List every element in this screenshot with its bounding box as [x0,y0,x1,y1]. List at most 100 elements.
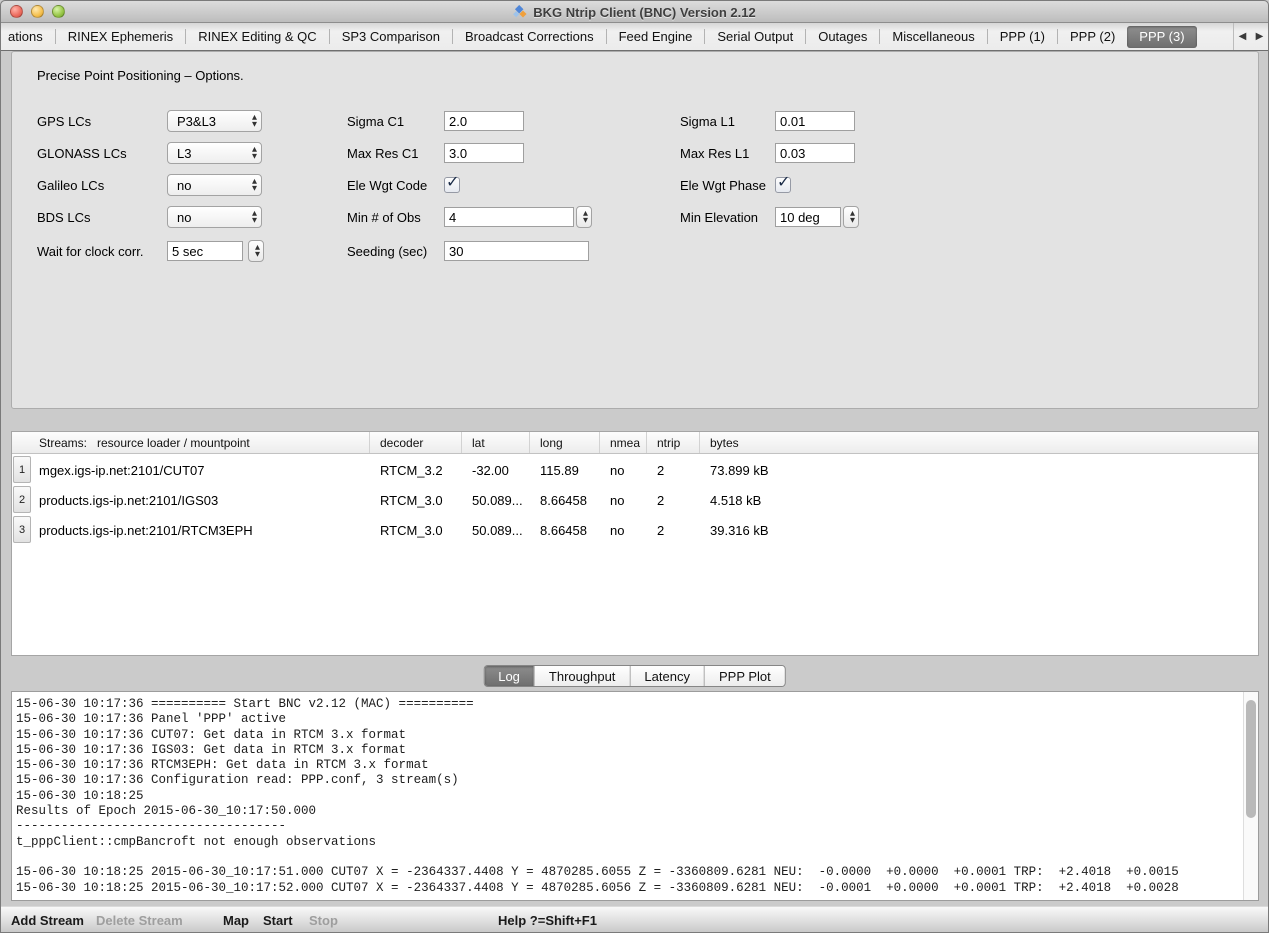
tab-serial-output[interactable]: Serial Output [705,26,805,48]
header-mountpoint[interactable]: Streams: resource loader / mountpoint [12,432,370,453]
tab-rinex-editing-qc[interactable]: RINEX Editing & QC [186,26,329,48]
gps-lcs-select[interactable]: P3&L3 ▲▼ [167,110,262,132]
stream-decoder: RTCM_3.0 [370,515,462,545]
tab-scroll-left-icon[interactable]: ◀ [1234,26,1251,48]
wait-clock-label: Wait for clock corr. [37,244,143,259]
chevron-updown-icon: ▲▼ [252,210,257,224]
max-res-c1-field[interactable]: 3.0 [444,143,524,163]
tab-sp3-comparison[interactable]: SP3 Comparison [330,26,452,48]
log-line: 15-06-30 10:17:36 RTCM3EPH: Get data in … [16,758,1240,773]
ele-wgt-phase-checkbox[interactable] [775,177,791,193]
seeding-field[interactable]: 30 [444,241,589,261]
wait-clock-spinner[interactable]: ▲▼ [248,240,264,262]
tab-ppp-1[interactable]: PPP (1) [988,26,1057,48]
table-row[interactable]: 2 products.igs-ip.net:2101/IGS03 RTCM_3.… [12,485,1258,515]
header-decoder[interactable]: decoder [370,432,462,453]
stream-mountpoint: mgex.igs-ip.net:2101/CUT07 [32,455,370,485]
tab-throughput[interactable]: Throughput [535,666,631,686]
bds-lcs-value: no [177,210,191,225]
tab-broadcast-corrections[interactable]: Broadcast Corrections [453,26,606,48]
log-scrollbar-thumb[interactable] [1246,700,1256,818]
galileo-lcs-select[interactable]: no ▲▼ [167,174,262,196]
row-number[interactable]: 3 [13,516,31,543]
stream-mountpoint: products.igs-ip.net:2101/RTCM3EPH [32,515,370,545]
sigma-c1-label: Sigma C1 [347,114,404,129]
tab-scroll-right-icon[interactable]: ▶ [1251,26,1268,48]
min-elevation-label: Min Elevation [680,210,758,225]
stream-lat: -32.00 [462,455,530,485]
log-line [16,850,1240,865]
log-line: 15-06-30 10:18:25 [16,789,1240,804]
stream-ntrip: 2 [647,455,700,485]
ppp-options-panel: Precise Point Positioning – Options. GPS… [11,51,1259,409]
tab-ppp-3[interactable]: PPP (3) [1127,26,1196,48]
tab-ppp-2[interactable]: PPP (2) [1058,26,1127,48]
map-button[interactable]: Map [223,913,249,928]
sigma-c1-field[interactable]: 2.0 [444,111,524,131]
header-nmea[interactable]: nmea [600,432,647,453]
stream-lat: 50.089... [462,515,530,545]
header-lat[interactable]: lat [462,432,530,453]
table-row[interactable]: 1 mgex.igs-ip.net:2101/CUT07 RTCM_3.2 -3… [12,455,1258,485]
max-res-l1-field[interactable]: 0.03 [775,143,855,163]
title-bar[interactable]: BKG Ntrip Client (BNC) Version 2.12 [1,1,1268,23]
min-obs-spinner[interactable]: ▲▼ [576,206,592,228]
stream-nmea: no [600,455,647,485]
bds-lcs-select[interactable]: no ▲▼ [167,206,262,228]
max-res-l1-label: Max Res L1 [680,146,749,161]
start-button[interactable]: Start [263,913,293,928]
glonass-lcs-value: L3 [177,146,191,161]
glonass-lcs-label: GLONASS LCs [37,146,127,161]
tab-observations[interactable]: ations [1,26,55,48]
header-ntrip[interactable]: ntrip [647,432,700,453]
log-panel[interactable]: 15-06-30 10:17:36 ========== Start BNC v… [11,691,1259,901]
stream-nmea: no [600,515,647,545]
table-row[interactable]: 3 products.igs-ip.net:2101/RTCM3EPH RTCM… [12,515,1258,545]
row-number[interactable]: 2 [13,486,31,513]
log-tab-bar: Log Throughput Latency PPP Plot [483,665,786,687]
ele-wgt-code-checkbox[interactable] [444,177,460,193]
stream-long: 8.66458 [530,485,600,515]
stream-long: 115.89 [530,455,600,485]
tab-feed-engine[interactable]: Feed Engine [607,26,705,48]
header-bytes[interactable]: bytes [700,432,1258,453]
log-line: 15-06-30 10:17:36 ========== Start BNC v… [16,697,1240,712]
galileo-lcs-label: Galileo LCs [37,178,104,193]
panel-heading: Precise Point Positioning – Options. [37,68,244,83]
window-title: BKG Ntrip Client (BNC) Version 2.12 [533,5,755,20]
sigma-l1-field[interactable]: 0.01 [775,111,855,131]
stream-ntrip: 2 [647,485,700,515]
max-res-c1-label: Max Res C1 [347,146,419,161]
seeding-label: Seeding (sec) [347,244,427,259]
min-obs-field[interactable]: 4 [444,207,574,227]
ele-wgt-code-label: Ele Wgt Code [347,178,427,193]
streams-table: Streams: resource loader / mountpoint de… [11,431,1259,656]
stream-bytes: 4.518 kB [700,485,1258,515]
stream-ntrip: 2 [647,515,700,545]
gps-lcs-value: P3&L3 [177,114,216,129]
tab-latency[interactable]: Latency [630,666,705,686]
chevron-updown-icon: ▲▼ [252,146,257,160]
wait-clock-field[interactable]: 5 sec [167,241,243,261]
sigma-l1-label: Sigma L1 [680,114,735,129]
tab-scroll-buttons: ◀ ▶ [1233,23,1268,50]
add-stream-button[interactable]: Add Stream [11,913,84,928]
tab-ppp-plot[interactable]: PPP Plot [705,666,785,686]
tab-log[interactable]: Log [484,666,535,686]
stream-long: 8.66458 [530,515,600,545]
spinner-updown-icon: ▲▼ [255,244,260,258]
tab-outages[interactable]: Outages [806,26,879,48]
log-line: 15-06-30 10:17:36 Configuration read: PP… [16,773,1240,788]
tab-miscellaneous[interactable]: Miscellaneous [880,26,986,48]
log-line: 15-06-30 10:17:36 IGS03: Get data in RTC… [16,743,1240,758]
row-number[interactable]: 1 [13,456,31,483]
glonass-lcs-select[interactable]: L3 ▲▼ [167,142,262,164]
log-content: 15-06-30 10:17:36 ========== Start BNC v… [16,697,1240,896]
min-elevation-field[interactable]: 10 deg [775,207,841,227]
min-elevation-spinner[interactable]: ▲▼ [843,206,859,228]
ele-wgt-phase-label: Ele Wgt Phase [680,178,766,193]
stream-bytes: 73.899 kB [700,455,1258,485]
log-scrollbar[interactable] [1243,692,1258,900]
header-long[interactable]: long [530,432,600,453]
tab-rinex-ephemeris[interactable]: RINEX Ephemeris [56,26,185,48]
